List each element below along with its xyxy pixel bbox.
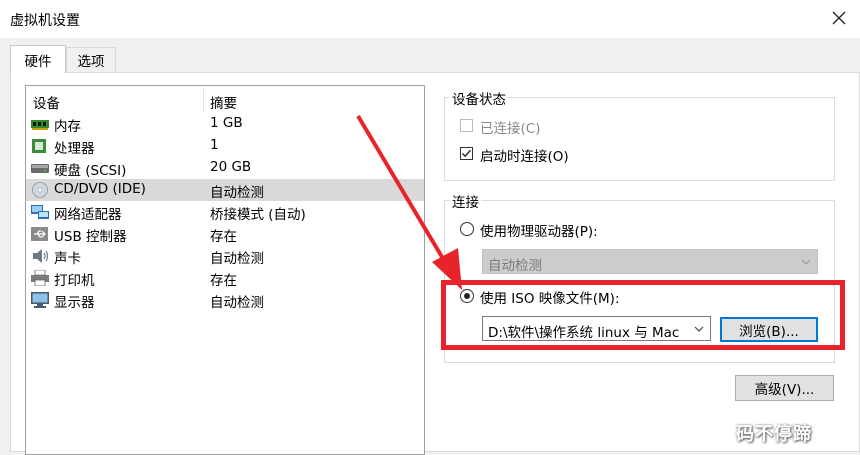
annotation-highlight-box [441, 280, 845, 350]
watermark: 码不停蹄 [736, 424, 812, 445]
tab-hardware[interactable]: 硬件 [10, 45, 66, 73]
annotation-arrow [356, 114, 462, 290]
